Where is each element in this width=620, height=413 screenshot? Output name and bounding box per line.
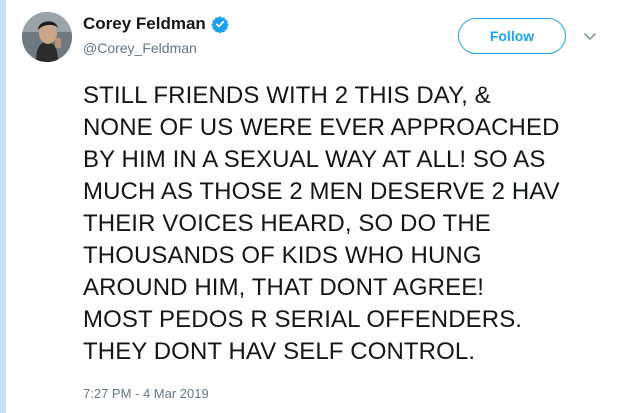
follow-button[interactable]: Follow bbox=[458, 18, 566, 54]
thread-rule bbox=[0, 0, 6, 413]
tweet-line: STILL FRIENDS WITH 2 THIS DAY, & bbox=[83, 82, 491, 109]
avatar-image bbox=[22, 12, 72, 62]
user-handle[interactable]: @Corey_Feldman bbox=[83, 40, 197, 56]
tweet-line: NONE OF US WERE EVER APPROACHED bbox=[83, 114, 560, 141]
tweet-line: BY HIM IN A SEXUAL WAY AT ALL! SO AS bbox=[83, 146, 546, 173]
verified-badge-icon bbox=[211, 15, 229, 33]
tweet-line: THEIR VOICES HEARD, SO DO THE bbox=[83, 210, 491, 237]
tweet-text: STILL FRIENDS WITH 2 THIS DAY, & NONE OF… bbox=[83, 80, 613, 368]
display-name-text: Corey Feldman bbox=[83, 14, 206, 33]
chevron-down-icon[interactable] bbox=[582, 28, 598, 44]
avatar[interactable] bbox=[22, 12, 72, 62]
tweet-line: MOST PEDOS R SERIAL OFFENDERS. bbox=[83, 306, 523, 333]
tweet-line: MUCH AS THOSE 2 MEN DESERVE 2 HAV bbox=[83, 178, 560, 205]
tweet-card: Corey Feldman @Corey_Feldman Follow STIL… bbox=[0, 0, 620, 413]
display-name[interactable]: Corey Feldman bbox=[83, 14, 229, 34]
tweet-line: THOUSANDS OF KIDS WHO HUNG bbox=[83, 242, 482, 269]
tweet-line: AROUND HIM, THAT DONT AGREE! bbox=[83, 274, 485, 301]
tweet-timestamp[interactable]: 7:27 PM - 4 Mar 2019 bbox=[83, 386, 209, 401]
tweet-line: THEY DONT HAV SELF CONTROL. bbox=[83, 338, 476, 365]
